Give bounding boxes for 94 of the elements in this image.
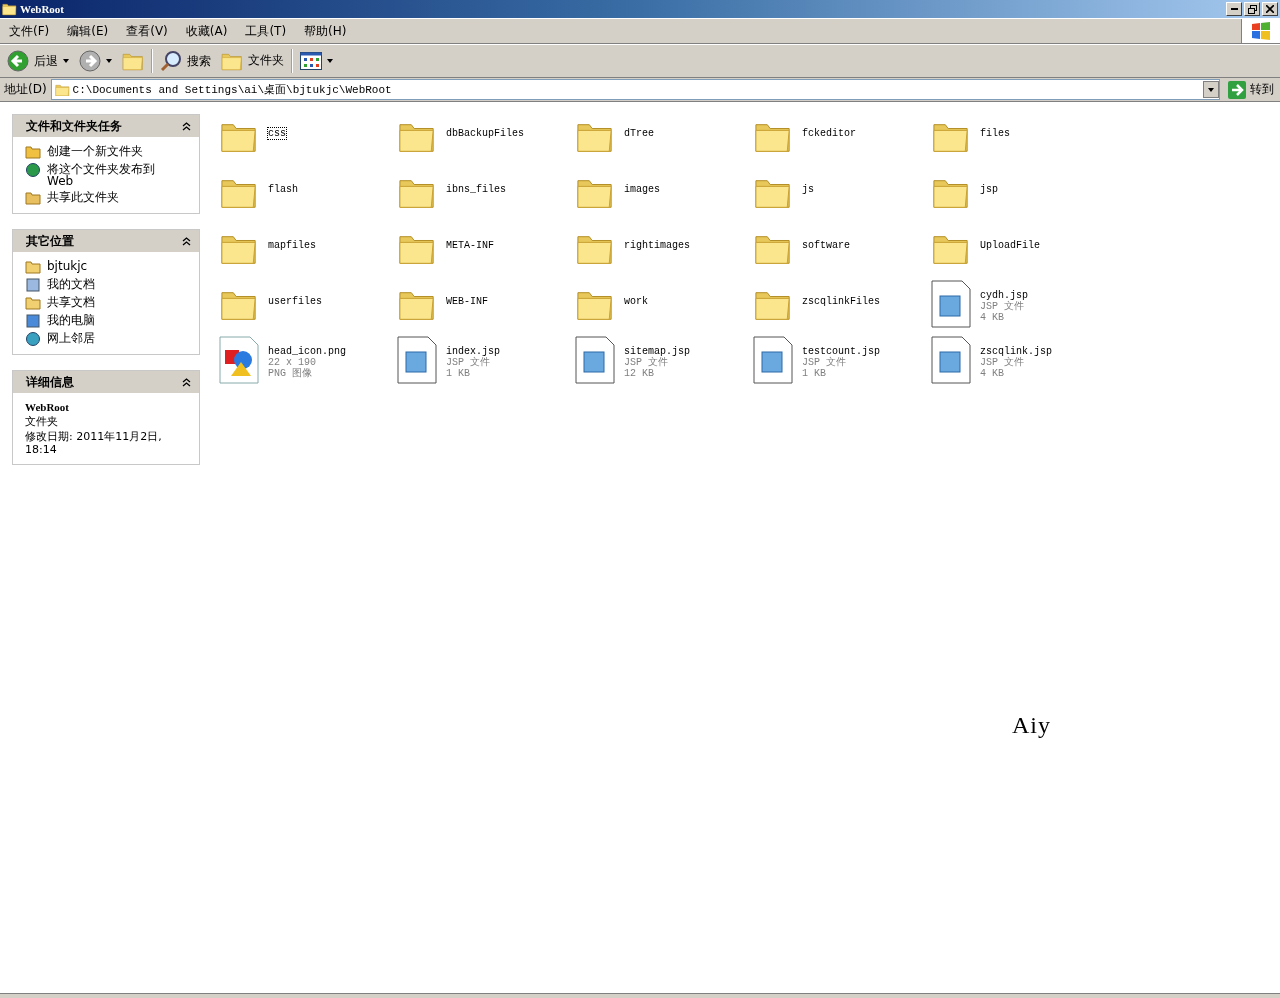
menu-item[interactable]: 帮助(H) bbox=[295, 22, 356, 40]
address-field[interactable]: C:\Documents and Settings\ai\桌面\bjtukjc\WebRoot bbox=[50, 79, 1220, 100]
views-button[interactable] bbox=[297, 50, 336, 72]
folder-icon bbox=[25, 296, 41, 310]
detail-name: WebRoot bbox=[25, 401, 70, 413]
detail-type: 文件夹 bbox=[25, 415, 59, 428]
panel-title: 文件和文件夹任务 bbox=[26, 117, 122, 135]
file-name[interactable]: mapfiles bbox=[268, 240, 316, 251]
file-type: JSP 文件 bbox=[802, 357, 847, 368]
file-name[interactable]: dbBackupFiles bbox=[446, 128, 524, 139]
file-type: JSP 文件 bbox=[446, 357, 491, 368]
file-name[interactable]: zscqlink.jsp bbox=[980, 346, 1052, 357]
detail-modified: 修改日期: 2011年11月2日, 18:14 bbox=[25, 430, 163, 456]
menu-item[interactable]: 编辑(E) bbox=[58, 22, 118, 40]
file-name[interactable]: userfiles bbox=[268, 296, 322, 307]
window-title: WebRoot bbox=[20, 3, 65, 15]
file-type: JSP 文件 bbox=[980, 301, 1025, 312]
folder-icon bbox=[221, 51, 243, 71]
caret-icon bbox=[327, 59, 333, 63]
file-name[interactable]: dTree bbox=[624, 128, 654, 139]
folder-icon bbox=[25, 260, 41, 274]
caret-icon bbox=[106, 59, 112, 63]
restore-button[interactable] bbox=[1244, 2, 1260, 16]
go-button[interactable]: 转到 bbox=[1224, 80, 1278, 99]
file-name[interactable]: zscqlinkFiles bbox=[802, 296, 880, 307]
file-name[interactable]: rightimages bbox=[624, 240, 690, 251]
collapse-icon[interactable] bbox=[182, 377, 191, 387]
menu-item[interactable]: 查看(V) bbox=[117, 22, 177, 40]
grid-view-icon bbox=[300, 52, 322, 70]
file-name[interactable]: WEB-INF bbox=[446, 296, 488, 307]
panel-link[interactable]: 共享文档 bbox=[47, 296, 95, 308]
forward-button[interactable] bbox=[76, 48, 115, 74]
caret-icon bbox=[63, 59, 69, 63]
file-size: 12 KB bbox=[624, 368, 655, 379]
close-icon bbox=[1266, 5, 1274, 13]
folder-icon bbox=[2, 2, 17, 16]
globe-icon bbox=[25, 163, 41, 177]
panel-link[interactable]: bjtukjc bbox=[47, 260, 88, 272]
panel-link[interactable]: 创建一个新文件夹 bbox=[47, 145, 143, 157]
image-file-icon bbox=[219, 336, 259, 384]
file-size: 1 KB bbox=[446, 368, 471, 379]
file-name[interactable]: ibns_files bbox=[446, 184, 506, 195]
file-name[interactable]: flash bbox=[268, 184, 298, 195]
back-button[interactable]: 后退 bbox=[4, 48, 72, 74]
file-name[interactable]: index.jsp bbox=[446, 346, 500, 357]
arrow-icon bbox=[1228, 80, 1246, 99]
panel-link[interactable]: 我的电脑 bbox=[47, 314, 95, 326]
file-name[interactable]: testcount.jsp bbox=[802, 346, 880, 357]
panel-link[interactable]: 我的文档 bbox=[47, 278, 95, 290]
panel-link[interactable]: 共享此文件夹 bbox=[47, 191, 119, 203]
folders-button[interactable]: 文件夹 bbox=[218, 49, 287, 73]
file-type: JSP 文件 bbox=[624, 357, 669, 368]
menu-item[interactable]: 收藏(A) bbox=[176, 22, 237, 40]
caret-icon bbox=[1208, 87, 1214, 92]
menu-item[interactable]: 文件(F) bbox=[0, 22, 59, 40]
menu-item[interactable]: 工具(T) bbox=[236, 22, 296, 40]
file-size: 1 KB bbox=[802, 368, 827, 379]
file-name[interactable]: UploadFile bbox=[980, 240, 1040, 251]
restore-icon bbox=[1247, 4, 1257, 14]
stray-text: Aiy bbox=[1012, 712, 1051, 739]
file-size: 4 KB bbox=[980, 312, 1005, 323]
minimize-icon bbox=[1230, 8, 1238, 10]
folder-icon bbox=[54, 82, 70, 97]
file-name[interactable]: software bbox=[802, 240, 850, 251]
file-name[interactable]: META-INF bbox=[446, 240, 494, 251]
file-name[interactable]: files bbox=[980, 128, 1010, 139]
panel-title: 详细信息 bbox=[26, 373, 74, 391]
folder-icon bbox=[122, 51, 144, 71]
panel-title: 其它位置 bbox=[26, 232, 74, 250]
search-button[interactable]: 搜索 bbox=[157, 48, 214, 74]
file-name[interactable]: images bbox=[624, 184, 660, 195]
file-size: PNG 图像 bbox=[268, 368, 313, 379]
folder-icon bbox=[25, 191, 41, 205]
panel-link[interactable]: 将这个文件夹发布到 Web bbox=[47, 163, 155, 187]
file-size: 4 KB bbox=[980, 368, 1005, 379]
file-name[interactable]: cydh.jsp bbox=[980, 290, 1028, 301]
collapse-icon[interactable] bbox=[182, 236, 191, 246]
minimize-button[interactable] bbox=[1226, 2, 1242, 16]
dropdown-button[interactable] bbox=[1203, 81, 1219, 98]
file-name[interactable]: fckeditor bbox=[802, 128, 856, 139]
folder-icon bbox=[25, 145, 41, 159]
address-label: 地址(D) bbox=[4, 81, 47, 98]
search-icon bbox=[160, 50, 182, 72]
file-name[interactable]: jsp bbox=[980, 184, 998, 195]
file-type: JSP 文件 bbox=[980, 357, 1025, 368]
close-button[interactable] bbox=[1262, 2, 1278, 16]
file-name[interactable]: sitemap.jsp bbox=[624, 346, 690, 357]
collapse-icon[interactable] bbox=[182, 121, 191, 131]
file-type: 22 x 190 bbox=[268, 357, 317, 368]
file-name[interactable]: work bbox=[624, 296, 648, 307]
file-name[interactable]: css bbox=[268, 128, 286, 139]
file-name[interactable]: js bbox=[802, 184, 814, 195]
file-name[interactable]: head_icon.png bbox=[268, 346, 346, 357]
panel-link[interactable]: 网上邻居 bbox=[47, 332, 95, 344]
